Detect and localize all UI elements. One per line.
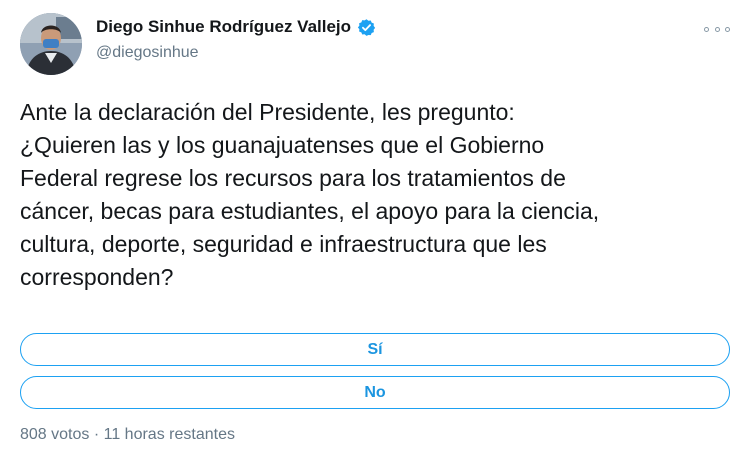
tweet-card: Diego Sinhue Rodríguez Vallejo @diegosin… — [0, 0, 750, 450]
avatar[interactable] — [20, 13, 82, 75]
profile-photo-icon — [20, 13, 82, 75]
more-dot — [704, 26, 709, 32]
poll-time-left: 11 horas restantes — [103, 426, 235, 443]
tweet-text-line: cultura, deporte, seguridad e infraestru… — [20, 231, 547, 257]
poll-option-no-button[interactable]: No — [20, 376, 730, 409]
more-dot — [714, 26, 720, 32]
poll-vote-count: 808 votos — [20, 426, 90, 443]
author-display-name[interactable]: Diego Sinhue Rodríguez Vallejo — [96, 17, 351, 37]
tweet-text-line: Federal regrese los recursos para los tr… — [20, 165, 566, 191]
tweet-text-line: cáncer, becas para estudiantes, el apoyo… — [20, 198, 600, 224]
poll-footer: 808 votos · 11 horas restantes — [20, 426, 235, 444]
poll-option-label: Sí — [367, 340, 383, 358]
poll-option-label: No — [364, 383, 386, 401]
tweet-text: Ante la declaración del Presidente, les … — [20, 96, 735, 294]
more-options-icon[interactable] — [704, 22, 730, 36]
author-handle[interactable]: @diegosinhue — [96, 44, 199, 62]
author-name-row[interactable]: Diego Sinhue Rodríguez Vallejo — [96, 17, 376, 37]
tweet-text-line: corresponden? — [20, 264, 174, 290]
tweet-text-line: Ante la declaración del Presidente, les … — [20, 99, 515, 125]
tweet-text-line: ¿Quieren las y los guanajuatenses que el… — [20, 132, 545, 158]
poll-separator: · — [93, 426, 100, 443]
poll-option-si-button[interactable]: Sí — [20, 333, 730, 366]
more-dot — [725, 26, 730, 32]
verified-badge-icon — [357, 18, 376, 37]
